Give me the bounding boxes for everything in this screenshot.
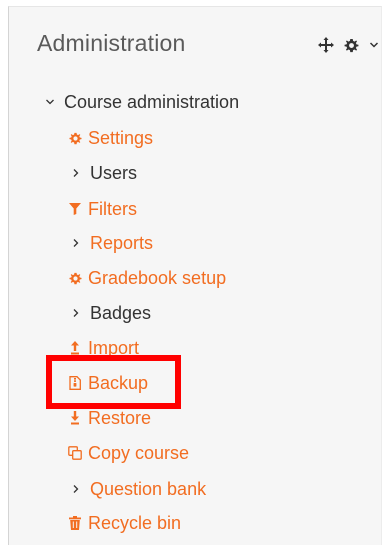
upload-icon bbox=[68, 341, 82, 355]
chevron-right-icon[interactable] bbox=[70, 168, 82, 178]
menu-item-label: Gradebook setup bbox=[88, 267, 227, 288]
copy-icon bbox=[68, 446, 82, 460]
menu-item-label: Restore bbox=[88, 407, 152, 428]
menu-item-reports[interactable]: Reports bbox=[70, 230, 153, 256]
menu-item-gradebook-setup[interactable]: Gradebook setup bbox=[68, 265, 226, 291]
screenshot-frame: Administration Course administration Set… bbox=[0, 0, 384, 548]
menu-item-label: Reports bbox=[90, 232, 154, 253]
gear-icon bbox=[68, 272, 82, 285]
menu-item-settings[interactable]: Settings bbox=[68, 125, 153, 151]
menu-item-label: Badges bbox=[90, 302, 152, 323]
menu-item-users[interactable]: Users bbox=[70, 160, 137, 186]
filter-icon bbox=[68, 203, 82, 215]
menu-item-badges[interactable]: Badges bbox=[70, 300, 151, 326]
menu-item-label: Recycle bin bbox=[88, 512, 182, 533]
menu-item-label: Question bank bbox=[90, 478, 207, 499]
menu-item-question-bank[interactable]: Question bank bbox=[70, 476, 206, 502]
tree-node-course-administration[interactable]: Course administration bbox=[44, 89, 239, 115]
menu-item-filters[interactable]: Filters bbox=[68, 196, 137, 222]
download-icon bbox=[68, 411, 82, 425]
gear-icon bbox=[68, 132, 82, 145]
menu-item-label: Copy course bbox=[88, 442, 190, 463]
menu-item-label: Users bbox=[90, 162, 138, 183]
course-admin-tree: Course administration Settings Users Fil… bbox=[0, 0, 384, 548]
highlight-box bbox=[46, 355, 181, 409]
chevron-down-icon[interactable] bbox=[44, 97, 56, 107]
menu-item-copy-course[interactable]: Copy course bbox=[68, 440, 189, 466]
tree-node-label: Course administration bbox=[64, 91, 240, 112]
menu-item-recycle-bin[interactable]: Recycle bin bbox=[68, 510, 181, 536]
menu-item-label: Filters bbox=[88, 198, 137, 219]
chevron-right-icon[interactable] bbox=[70, 484, 82, 494]
trash-icon bbox=[68, 516, 82, 530]
chevron-right-icon[interactable] bbox=[70, 238, 82, 248]
chevron-right-icon[interactable] bbox=[70, 308, 82, 318]
menu-item-label: Settings bbox=[88, 127, 154, 148]
